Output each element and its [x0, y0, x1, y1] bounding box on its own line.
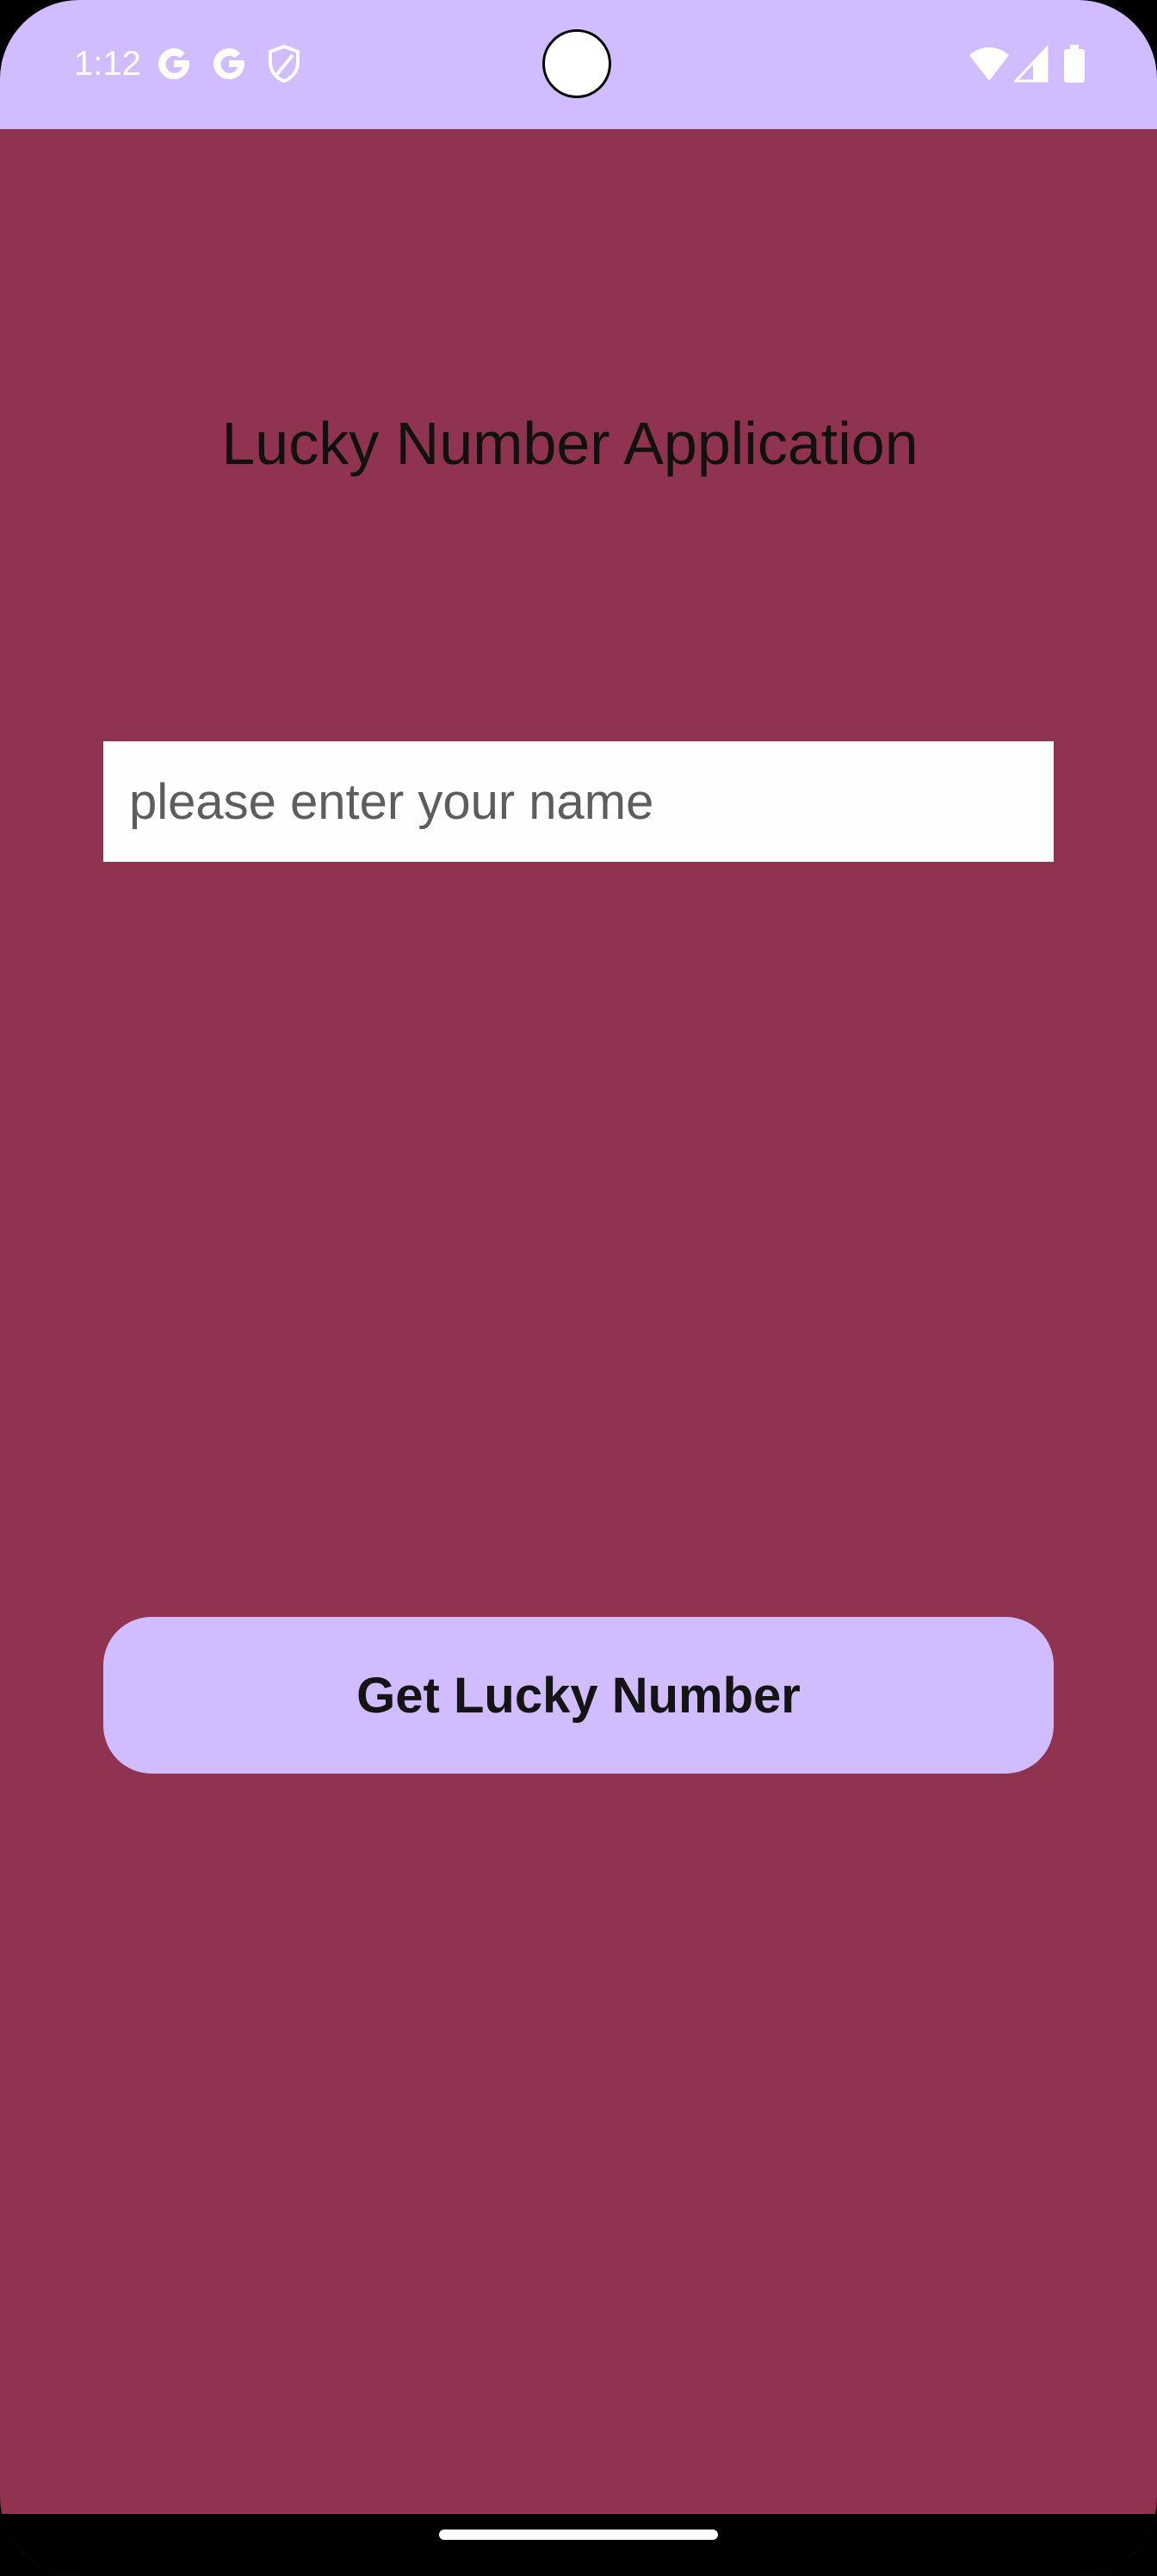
battery-icon — [1064, 45, 1085, 83]
name-input[interactable] — [103, 741, 1054, 862]
get-lucky-number-button[interactable]: Get Lucky Number — [103, 1617, 1054, 1774]
app-title: Lucky Number Application — [221, 410, 919, 477]
camera-cutout — [542, 29, 611, 98]
google-g-icon — [158, 48, 190, 80]
google-g-icon — [213, 48, 245, 80]
status-time: 1:12 — [74, 45, 141, 83]
signal-icon — [1014, 45, 1049, 83]
navigation-bar — [0, 2514, 1157, 2576]
app-screen: 1:12 Lucky Number Application Get Lucky … — [0, 0, 1157, 2576]
shield-icon — [269, 44, 300, 84]
status-bar: 1:12 — [0, 0, 1157, 129]
home-gesture-handle[interactable] — [439, 2530, 718, 2540]
wifi-icon — [969, 47, 1009, 81]
